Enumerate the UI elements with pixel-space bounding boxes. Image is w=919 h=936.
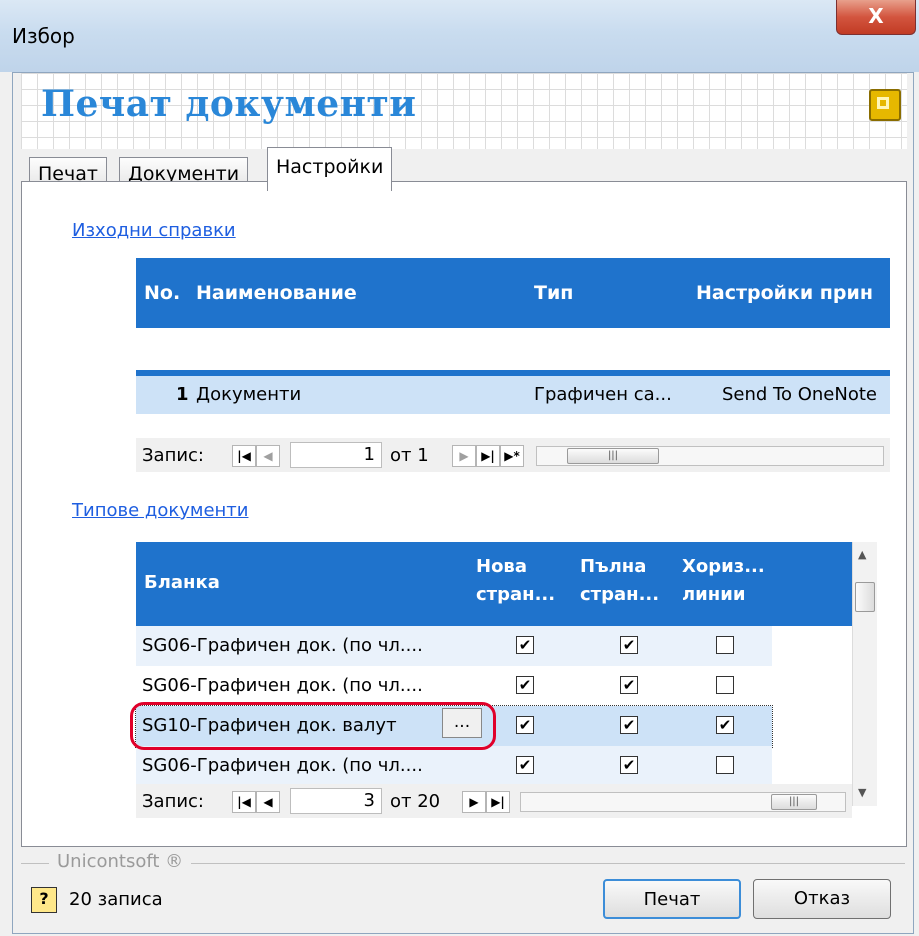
brand-label: Unicontsoft ® [49, 851, 192, 872]
app-logo-icon [869, 89, 901, 121]
tab-settings[interactable]: Настройки [267, 147, 393, 191]
horiz-lines-checkbox[interactable] [716, 636, 734, 654]
help-icon[interactable]: ? [31, 887, 57, 913]
new-page-checkbox[interactable]: ✔ [516, 716, 534, 734]
doc-types-vscrollbar[interactable]: ▲ ▼ [852, 542, 877, 806]
col-horiz-1[interactable]: Хориз... [682, 556, 765, 577]
doc-types-hscrollbar[interactable]: ||| [520, 792, 846, 812]
first-record-icon[interactable]: |◀ [232, 445, 256, 467]
print-button[interactable]: Печат [603, 879, 741, 919]
new-page-checkbox[interactable]: ✔ [516, 636, 534, 654]
col-no[interactable]: No. [144, 282, 180, 304]
col-type[interactable]: Тип [534, 282, 573, 304]
first-record-icon[interactable]: |◀ [232, 791, 256, 813]
record-count: 20 записа [69, 889, 163, 910]
header-title: Печат документи [41, 83, 417, 125]
window-titlebar: Избор X [0, 0, 919, 72]
col-printer-settings[interactable]: Настройки прин [696, 282, 873, 304]
col-horiz-2[interactable]: линии [682, 584, 745, 605]
doc-types-section-link[interactable]: Типове документи [72, 500, 248, 521]
full-page-checkbox[interactable]: ✔ [620, 716, 638, 734]
nav-label: Запис: [142, 445, 204, 466]
nav-of-label: от 20 [390, 791, 441, 812]
prev-record-icon[interactable]: ◀ [256, 445, 280, 467]
reports-section-link[interactable]: Изходни справки [72, 220, 236, 241]
settings-tab-panel: Изходни справки No. Наименование Тип Нас… [21, 181, 907, 847]
close-button[interactable]: X [836, 0, 916, 35]
row-blank-name: SG06-Графичен док. (по чл.... [142, 635, 423, 656]
list-item[interactable]: SG06-Графичен док. (по чл.... ✔ ✔ [136, 666, 772, 707]
row-blank-name: SG06-Графичен док. (по чл.... [142, 755, 423, 776]
window-title: Избор [12, 24, 75, 48]
col-new-page-1[interactable]: Нова [476, 556, 527, 577]
vscroll-thumb[interactable] [855, 582, 875, 612]
hscroll-thumb[interactable]: ||| [567, 448, 659, 464]
last-record-icon[interactable]: ▶| [486, 791, 510, 813]
list-item[interactable]: SG06-Графичен док. (по чл.... ✔ ✔ [136, 626, 772, 667]
last-record-icon[interactable]: ▶| [476, 445, 500, 467]
col-full-page-1[interactable]: Пълна [580, 556, 646, 577]
close-icon: X [868, 4, 884, 28]
new-record-icon[interactable]: ▶* [500, 445, 524, 467]
horiz-lines-checkbox[interactable] [716, 676, 734, 694]
col-new-page-2[interactable]: стран... [476, 584, 555, 605]
full-page-checkbox[interactable]: ✔ [620, 636, 638, 654]
table-row[interactable]: 1 Документи Графичен са... Send To OneNo… [136, 376, 890, 415]
row-printer: Send To OneNote [722, 384, 877, 405]
col-name[interactable]: Наименование [196, 282, 357, 304]
dialog-client-area: Печат документи Печат Документи Настройк… [12, 72, 914, 934]
scroll-up-icon[interactable]: ▲ [858, 548, 866, 561]
row-type: Графичен са... [534, 384, 672, 405]
record-number-input[interactable]: 1 [290, 442, 382, 468]
full-page-checkbox[interactable]: ✔ [620, 676, 638, 694]
reports-grid-header: No. Наименование Тип Настройки прин [136, 258, 890, 328]
row-blank-name[interactable]: SG10-Графичен док. валут [142, 715, 397, 736]
new-page-checkbox[interactable]: ✔ [516, 676, 534, 694]
full-page-checkbox[interactable]: ✔ [620, 756, 638, 774]
dialog-header: Печат документи [21, 73, 907, 149]
next-record-icon[interactable]: ▶ [462, 791, 486, 813]
nav-label: Запис: [142, 791, 204, 812]
horiz-lines-checkbox[interactable] [716, 756, 734, 774]
horiz-lines-checkbox[interactable]: ✔ [716, 716, 734, 734]
row-number: 1 [176, 384, 189, 405]
list-item[interactable]: SG06-Графичен док. (по чл.... ✔ ✔ [136, 746, 772, 787]
row-name: Документи [196, 384, 302, 405]
prev-record-icon[interactable]: ◀ [256, 791, 280, 813]
nav-of-label: от 1 [390, 445, 429, 466]
doc-types-grid-header: Бланка Нова стран... Пълна стран... Хори… [136, 542, 852, 626]
reports-record-navigator: Запис: |◀ ◀ 1 от 1 ▶ ▶| ▶* ||| [136, 438, 890, 472]
row-blank-name: SG06-Графичен док. (по чл.... [142, 675, 423, 696]
reports-hscrollbar[interactable]: ||| [536, 446, 884, 466]
hscroll-thumb[interactable]: ||| [771, 794, 817, 810]
col-full-page-2[interactable]: стран... [580, 584, 659, 605]
next-record-icon[interactable]: ▶ [452, 445, 476, 467]
scroll-down-icon[interactable]: ▼ [858, 786, 866, 799]
reports-grid-empty [136, 414, 890, 438]
record-number-input[interactable]: 3 [290, 788, 382, 814]
browse-ellipsis-button[interactable]: ... [442, 708, 482, 738]
cancel-button[interactable]: Отказ [753, 879, 891, 919]
doc-types-record-navigator: Запис: |◀ ◀ 3 от 20 ▶ ▶| ||| [136, 784, 852, 818]
col-blank[interactable]: Бланка [144, 572, 220, 593]
new-page-checkbox[interactable]: ✔ [516, 756, 534, 774]
